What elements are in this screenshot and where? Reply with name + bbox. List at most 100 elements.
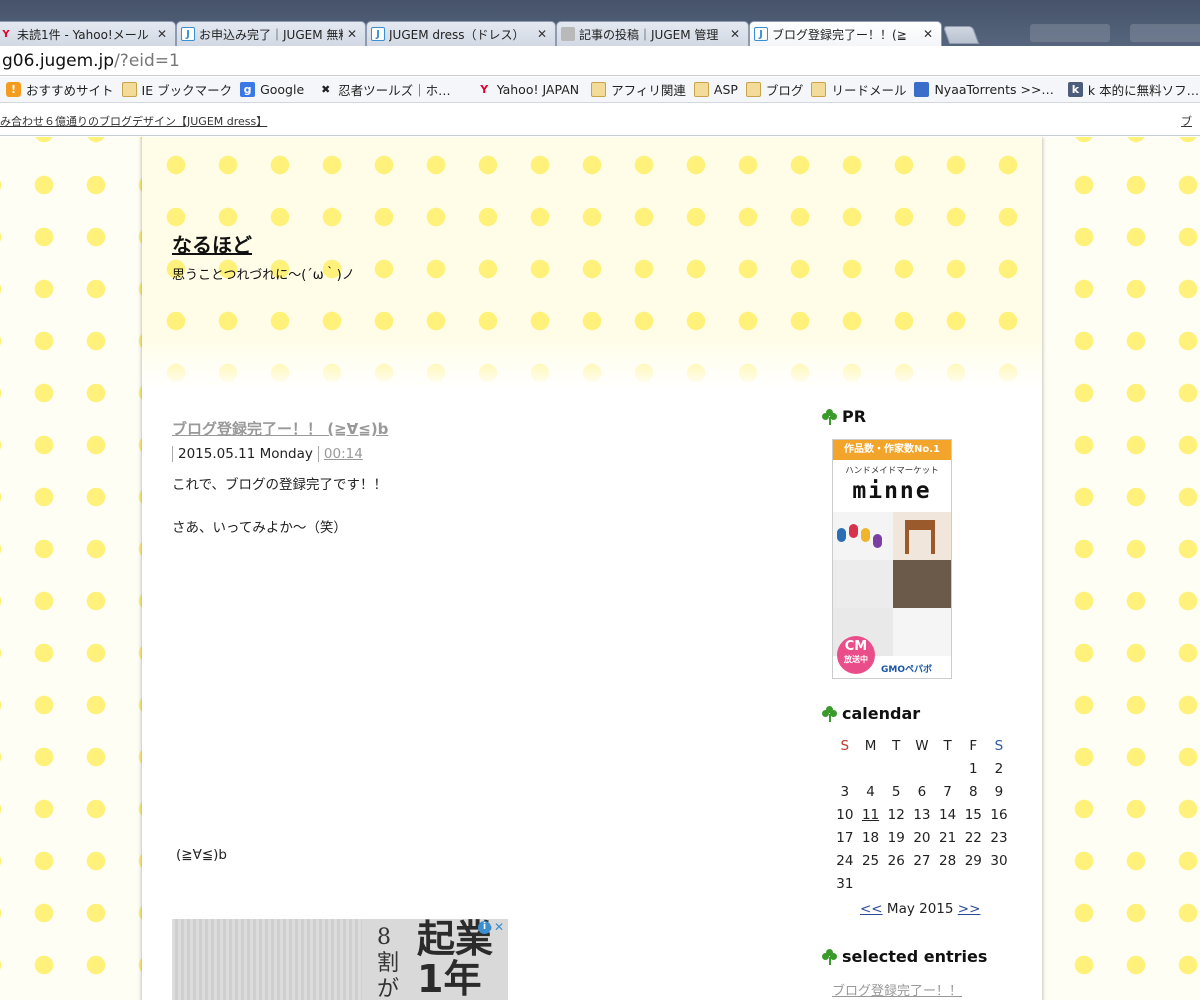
bookmark-affiliate-folder[interactable]: アフィリ関連 [591,80,686,99]
blog-title[interactable]: なるほど [172,229,252,258]
new-tab-button[interactable] [942,26,980,44]
entry-time-link[interactable]: 00:14 [317,446,368,462]
calendar-day: 14 [939,806,957,823]
calendar-day: 24 [836,852,854,869]
calendar-weekday: W [915,737,929,754]
ad-close-icon[interactable]: ✕ [494,920,504,934]
pr-banner-subtitle: ハンドメイドマーケット [845,466,939,476]
calendar-day [832,757,858,780]
calendar-day: 21 [939,829,957,846]
calendar-week-row: 31 [832,872,1012,895]
nyaa-icon [914,82,930,97]
advertisement[interactable]: 8割が 起業1年以 i ✕ [172,919,508,1000]
calendar-day [986,872,1012,895]
bookmark-ninja-tools[interactable]: ✖ 忍者ツールズ｜ホ… [318,80,451,99]
bookmark-readmail-folder[interactable]: リードメール [811,80,906,99]
close-icon[interactable]: ✕ [345,27,359,41]
profile-icon [561,27,575,41]
calendar-day [909,872,935,895]
calendar-week-row: 24 25 26 27 28 29 30 [832,849,1012,872]
calendar-day [909,757,935,780]
tab-post-entry[interactable]: 記事の投稿｜JUGEM 管理 ✕ [556,21,749,46]
entry-body-line: これで、ブログの登録完了です！！ [172,477,388,493]
calendar-day: 17 [836,829,854,846]
tab-yahoo-mail[interactable]: Y 未読1件 - Yahoo!メール ✕ [0,21,176,46]
bookmark-blog-folder[interactable]: ブログ [745,80,803,99]
chair-image [905,520,935,554]
tab-jugem-dress[interactable]: J JUGEM dress（ドレス） ✕ [366,21,556,46]
close-icon[interactable]: ✕ [155,27,169,41]
calendar-weekday: T [943,737,952,754]
sidebar-heading-calendar: calendar [822,704,920,723]
calendar-weekday: F [969,737,978,754]
k-icon: k [1067,82,1083,97]
entry-title[interactable]: ブログ登録完了ー！！ (≧∀≦)b [172,418,388,439]
bookmark-google[interactable]: g Google [240,82,304,97]
bookmark-nyaa[interactable]: NyaaTorrents >>… [914,82,1054,97]
tab-title: 記事の投稿｜JUGEM 管理 [579,27,719,42]
bookmark-free-software[interactable]: kk 本的に無料ソフ… [1067,80,1199,99]
browser-tab-strip: Y 未読1件 - Yahoo!メール ✕ J お申込み完了｜JUGEM 無料 ✕… [0,0,1200,46]
close-icon[interactable]: ✕ [921,27,935,41]
clover-icon [822,705,838,722]
jugem-icon: J [181,27,195,41]
calendar-day: 2 [994,760,1004,777]
calendar-day: 31 [836,875,854,892]
calendar-week-row: 10 11 12 13 14 15 16 [832,803,1012,826]
tab-jugem-signup[interactable]: J お申込み完了｜JUGEM 無料 ✕ [176,21,366,46]
calendar-day: 29 [964,852,982,869]
tab-blog-entry[interactable]: J ブログ登録完了ー！！(≧ ✕ [749,21,942,46]
calendar-day: 27 [913,852,931,869]
sidebar-heading-selected-entries: selected entries [822,947,987,966]
calendar-day: 20 [913,829,931,846]
ad-info-icon[interactable]: i [478,921,491,934]
address-bar[interactable]: g06.jugem.jp/?eid=1 [0,46,1200,76]
calendar-day: 8 [968,783,978,800]
jugem-dress-link[interactable]: み合わせ６億通りのブログデザイン【JUGEM dress】 [0,113,267,129]
bookmark-ie-folder[interactable]: IE ブックマーク [121,80,232,99]
yahoo-icon: Y [480,83,489,96]
calendar-week-row: 17 18 19 20 21 22 23 [832,826,1012,849]
close-icon[interactable]: ✕ [535,27,549,41]
window-controls-area [1010,22,1200,46]
calendar-day[interactable]: 11 [858,803,884,826]
pr-banner-minne[interactable]: 作品数・作家数No.1 ハンドメイドマーケット minne CM 放送中 GMOペ… [832,439,952,679]
bookmark-recommended-sites[interactable]: ! おすすめサイト [6,80,114,99]
calendar-weekday: S [840,737,850,754]
calendar-day [883,872,909,895]
calendar-table: SMTWTFS 1 2 3 4 5 6 7 8 9 10 11 12 13 14 15 16 17 18 19 20 2… [832,734,1012,895]
calendar-day: 30 [990,852,1008,869]
calendar-weekday: T [892,737,901,754]
pr-banner-top-text: 作品数・作家数No.1 [833,440,951,460]
entry-body-line: さあ、いってみよか〜（笑） [172,520,347,536]
ninja-icon: ✖ [321,83,331,96]
pr-banner-logo: minne [852,478,932,504]
folder-icon [121,82,137,97]
bookmark-asp-folder[interactable]: ASP [693,82,738,97]
jugem-icon: J [371,27,385,41]
entry-date: 2015.05.11 Monday [172,446,318,462]
info-right-link[interactable]: ブ [1181,113,1192,129]
selected-entry-link[interactable]: ブログ登録完了ー！！ [832,980,962,999]
sidebar-heading-pr: PR [822,407,866,426]
calendar-day: 28 [939,852,957,869]
entry-meta: 2015.05.11 Monday 00:14 [172,443,368,465]
bookmark-yahoo-japan[interactable]: Y Yahoo! JAPAN [477,82,579,97]
tab-title: お申込み完了｜JUGEM 無料 [199,27,343,42]
calendar-week-row: 3456789 [832,780,1012,803]
yahoo-mail-icon: Y [2,28,10,40]
calendar-day: 4 [866,783,875,800]
calendar-day: 15 [964,806,982,823]
calendar-week-row: 12 [832,757,1012,780]
calendar-next-link[interactable]: >> [958,901,981,917]
calendar-day [858,872,884,895]
tab-title: 未読1件 - Yahoo!メール [17,27,149,42]
bulb-icon: ! [6,82,21,97]
close-icon[interactable]: ✕ [728,27,742,41]
calendar-day: 9 [994,783,1004,800]
folder-icon [591,82,607,97]
calendar-day: 25 [861,852,880,869]
calendar-day: 18 [861,829,880,846]
calendar-day [858,757,884,780]
calendar-prev-link[interactable]: << [860,901,883,917]
